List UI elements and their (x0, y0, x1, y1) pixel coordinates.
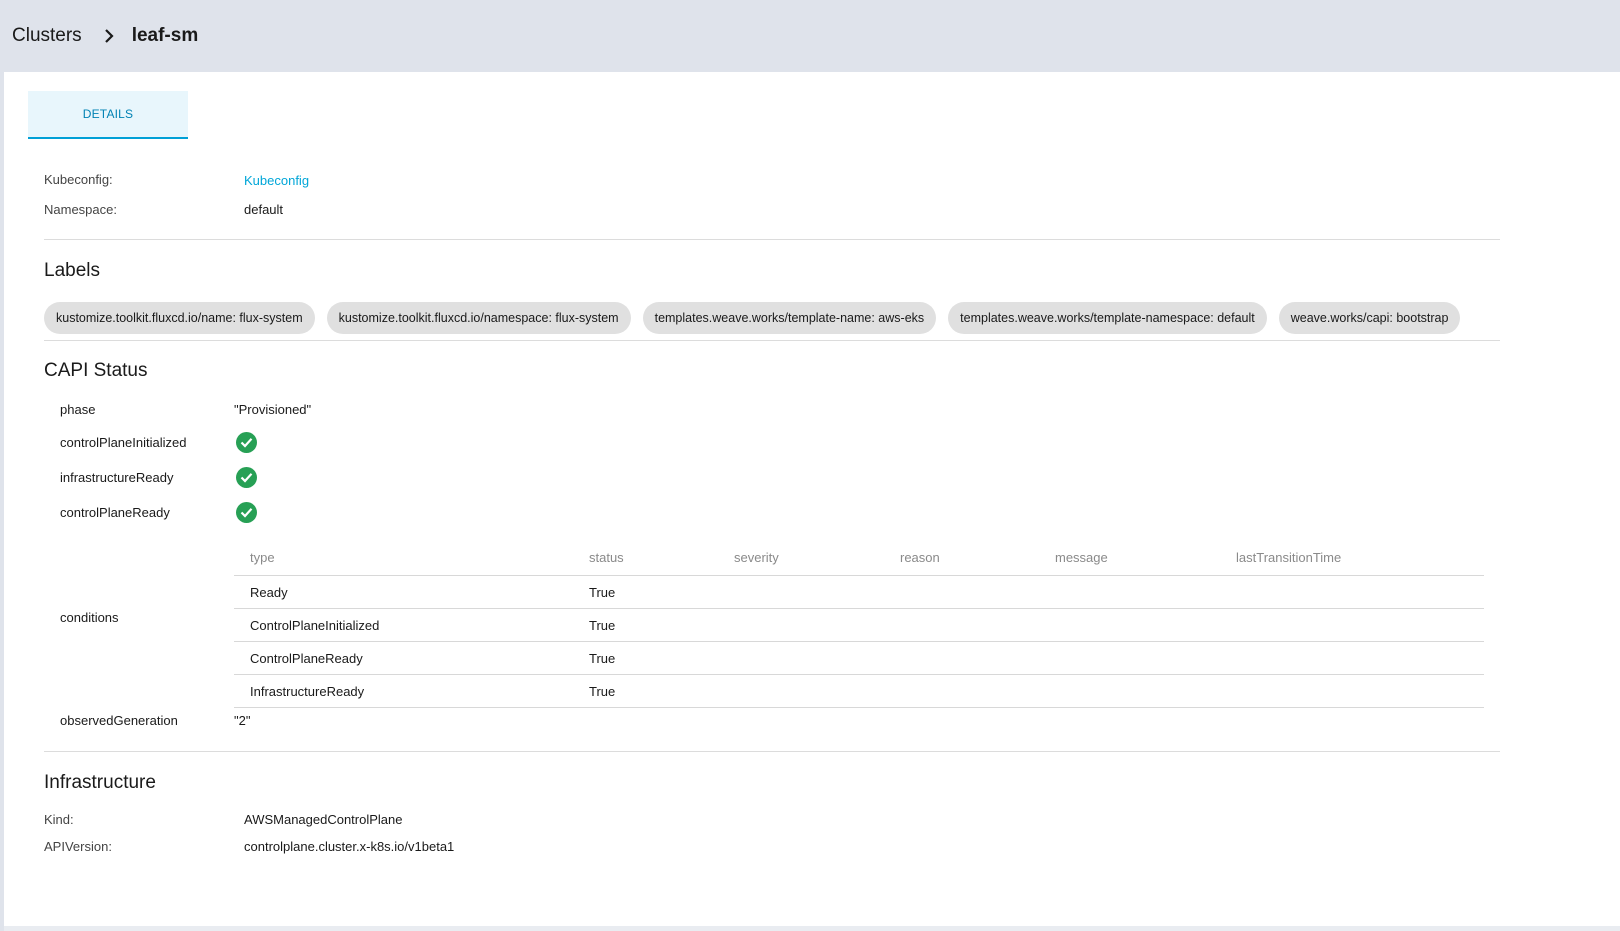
phase-value: "Provisioned" (234, 402, 312, 417)
breadcrumb-clusters-link[interactable]: Clusters (12, 25, 82, 47)
column-header-reason: reason (900, 550, 940, 565)
api-version-value: controlplane.cluster.x-k8s.io/v1beta1 (244, 839, 455, 854)
breadcrumb-current: leaf-sm (131, 25, 199, 46)
condition-type: ControlPlaneReady (250, 650, 363, 666)
label-chip: weave.works/capi: bootstrap (1278, 302, 1461, 334)
divider (44, 340, 1500, 341)
table-row: ControlPlaneInitialized True (234, 609, 1484, 642)
chevron-right-icon (104, 29, 114, 43)
column-header-severity: severity (734, 550, 779, 565)
namespace-label: Namespace: (44, 202, 117, 217)
check-circle-icon (236, 502, 257, 523)
observed-generation-key: observedGeneration (60, 713, 178, 728)
control-plane-initialized-key: controlPlaneInitialized (60, 435, 187, 450)
condition-type: Ready (250, 584, 288, 600)
table-row: InfrastructureReady True (234, 675, 1484, 708)
kind-label: Kind: (44, 812, 74, 827)
api-version-label: APIVersion: (44, 839, 112, 854)
infrastructure-ready-key: infrastructureReady (60, 470, 174, 485)
table-header: type status severity reason message last… (234, 540, 1484, 576)
control-plane-ready-key: controlPlaneReady (60, 505, 170, 520)
condition-status: True (589, 683, 616, 699)
column-header-status: status (589, 550, 624, 565)
infrastructure-heading: Infrastructure (44, 772, 156, 793)
kind-value: AWSManagedControlPlane (244, 812, 403, 827)
table-row: Ready True (234, 576, 1484, 609)
capi-status-heading: CAPI Status (44, 360, 148, 381)
condition-status: True (589, 617, 616, 633)
namespace-value: default (244, 202, 284, 217)
condition-status: True (589, 650, 616, 666)
divider (44, 751, 1500, 752)
observed-generation-value: "2" (234, 713, 251, 728)
breadcrumb: Clusters leaf-sm (0, 0, 1620, 72)
tab-details[interactable]: DETAILS (28, 91, 188, 139)
column-header-message: message (1055, 550, 1108, 565)
condition-type: InfrastructureReady (250, 683, 365, 699)
condition-status: True (589, 584, 616, 600)
column-header-last-transition-time: lastTransitionTime (1236, 550, 1342, 565)
cluster-details-panel: DETAILS Kubeconfig: Kubeconfig Namespace… (4, 72, 1620, 930)
label-chip: templates.weave.works/template-namespace… (948, 302, 1267, 334)
condition-type: ControlPlaneInitialized (250, 617, 380, 633)
bottom-strip (4, 926, 1620, 931)
label-chip: kustomize.toolkit.fluxcd.io/name: flux-s… (44, 302, 315, 334)
kubeconfig-link[interactable]: Kubeconfig (244, 173, 309, 188)
column-header-type: type (250, 550, 275, 565)
labels-heading: Labels (44, 260, 100, 281)
kubeconfig-label: Kubeconfig: (44, 172, 113, 187)
phase-key: phase (60, 402, 96, 417)
label-chip: templates.weave.works/template-name: aws… (642, 302, 937, 334)
table-row: ControlPlaneReady True (234, 642, 1484, 675)
conditions-key: conditions (60, 610, 119, 625)
check-circle-icon (236, 432, 257, 453)
label-chip: kustomize.toolkit.fluxcd.io/namespace: f… (326, 302, 631, 334)
check-circle-icon (236, 467, 257, 488)
conditions-table: type status severity reason message last… (234, 540, 1484, 708)
divider (44, 239, 1500, 240)
labels-list: kustomize.toolkit.fluxcd.io/name: flux-s… (44, 302, 1461, 334)
